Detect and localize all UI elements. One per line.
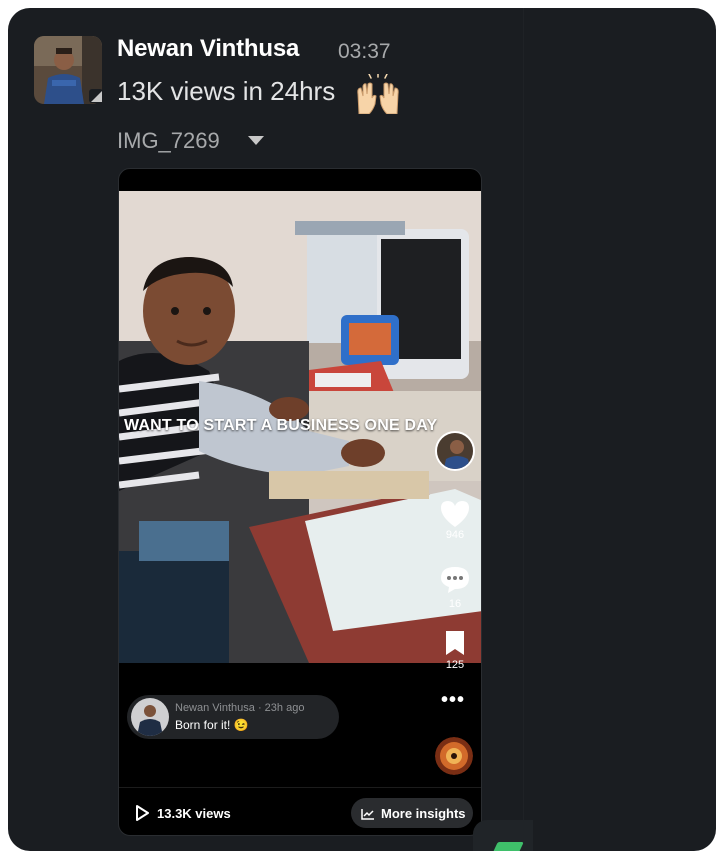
panel-divider: [523, 8, 524, 851]
comment-author: Newan Vinthusa · 23h ago: [175, 702, 305, 714]
chat-window: Newan Vinthusa 03:37 13K views in 24hrs …: [8, 8, 716, 851]
raised-hands-icon: [355, 73, 401, 115]
chart-line-icon: [361, 807, 375, 825]
bookmark-icon[interactable]: [437, 629, 473, 662]
comment-text: Born for it! 😉: [175, 718, 249, 732]
presence-indicator: [89, 89, 103, 103]
message-author[interactable]: Newan Vinthusa: [117, 35, 299, 63]
more-options-icon[interactable]: •••: [441, 689, 465, 712]
app-logo-icon: [492, 842, 524, 851]
message-text: 13K views in 24hrs: [117, 76, 336, 106]
comment-preview[interactable]: Newan Vinthusa · 23h ago Born for it! 😉: [127, 695, 339, 739]
app-corner-widget[interactable]: [473, 820, 533, 851]
music-disc-icon[interactable]: [435, 737, 473, 775]
more-insights-button[interactable]: More insights: [351, 798, 473, 828]
video-stats-bar: 13.3K views More insights: [119, 787, 481, 835]
like-count: 946: [445, 529, 465, 541]
attachment-filename[interactable]: IMG_7269: [117, 128, 220, 154]
creator-avatar[interactable]: [435, 431, 475, 471]
comment-count: 16: [448, 598, 462, 610]
view-count: 13.3K views: [157, 806, 231, 821]
message-timestamp[interactable]: 03:37: [338, 40, 391, 64]
video-attachment[interactable]: WANT TO START A BUSINESS ONE DAY 946 16: [118, 168, 482, 836]
comment-bubble-icon[interactable]: [437, 565, 473, 600]
play-icon[interactable]: [135, 805, 149, 826]
more-insights-label: More insights: [381, 806, 466, 821]
video-caption: WANT TO START A BUSINESS ONE DAY: [124, 417, 438, 434]
chevron-down-icon[interactable]: [248, 136, 264, 145]
commenter-avatar: [131, 698, 169, 736]
save-count: 125: [445, 659, 465, 671]
